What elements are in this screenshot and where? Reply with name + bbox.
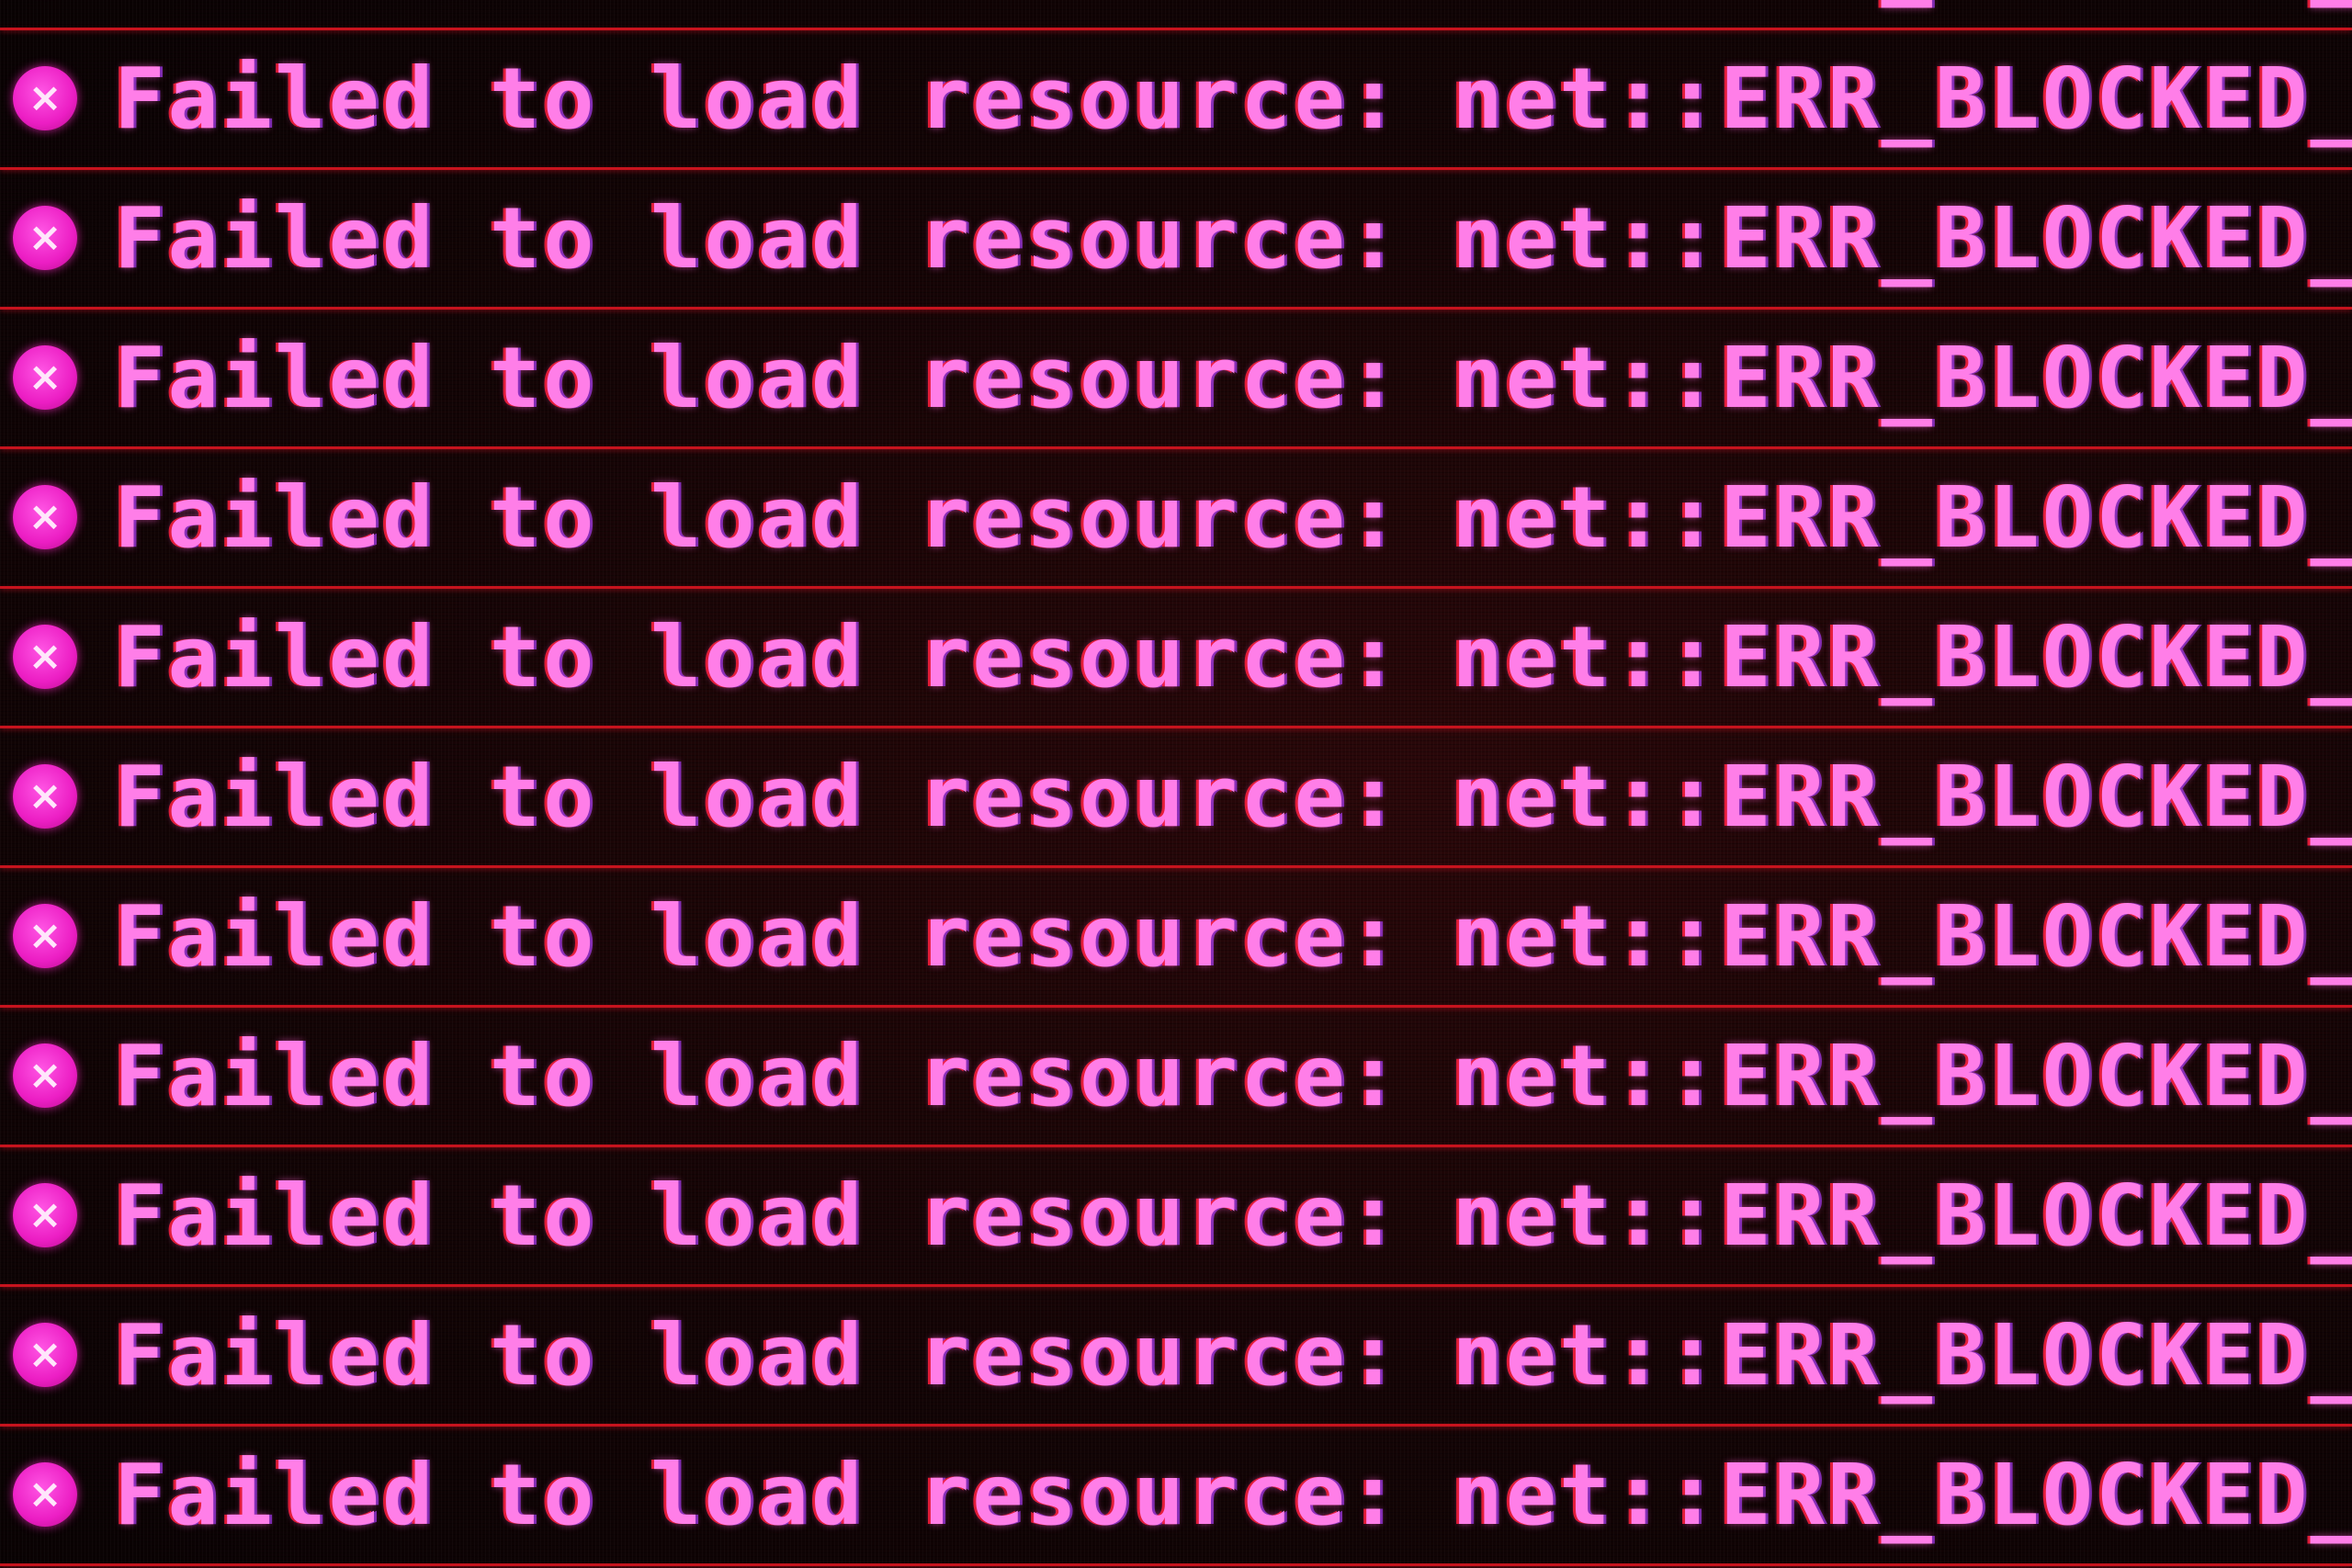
error-icon-glyph: ×: [28, 74, 62, 121]
error-message-text: Failed to load resource:: [114, 468, 1402, 567]
error-icon-glyph: ×: [28, 1052, 62, 1099]
error-message-text: Failed to load resource:: [114, 886, 1402, 986]
error-code-text: net::ERR_BLOCKED_BY_ADBLOCKER: [1452, 886, 2352, 986]
error-icon-glyph: ×: [28, 1191, 62, 1238]
error-message-text: Failed to load resource:: [114, 49, 1402, 148]
console-error-row[interactable]: × Failed to load resource: net::ERR_BLOCK…: [0, 309, 2352, 449]
error-message-text: Failed to load resource:: [114, 328, 1402, 427]
error-circle-x-icon: ×: [13, 764, 77, 829]
error-icon-glyph: ×: [28, 1331, 62, 1378]
error-code-text: net::ERR_BLOCKED_BY_ADBLOCKER: [1452, 1305, 2352, 1404]
error-code-text: net::ERR_BLOCKED_BY_ADBLOCKER: [1452, 468, 2352, 567]
error-code-text: net::ERR_BLOCKED_BY_ADBLOCKER: [1452, 49, 2352, 148]
error-code-text: net::ERR_BLOCKED_BY_ADBLOCKER: [1452, 0, 2352, 8]
error-message-text: Failed to load resource:: [114, 1445, 1402, 1544]
console-error-message: Failed to load resource: net::ERR_BLOCKED…: [114, 608, 2352, 706]
error-circle-x-icon: ×: [13, 1043, 77, 1108]
error-circle-x-icon: ×: [13, 485, 77, 549]
error-message-text: Failed to load resource:: [114, 1026, 1402, 1125]
console-error-row[interactable]: × Failed to load resource: net::ERR_BLOCK…: [0, 588, 2352, 728]
console-error-message: Failed to load resource: net::ERR_BLOCKED…: [114, 748, 2352, 846]
console-error-message: Failed to load resource: net::ERR_BLOCKED…: [114, 1446, 2352, 1544]
console-error-row[interactable]: × Failed to load resource: net::ERR_BLOCK…: [0, 1007, 2352, 1147]
error-code-text: net::ERR_BLOCKED_BY_ADBLOCKER: [1452, 188, 2352, 288]
console-error-message: Failed to load resource: net::ERR_BLOCKED…: [114, 50, 2352, 148]
error-circle-x-icon: ×: [13, 1183, 77, 1247]
error-code-text: net::ERR_BLOCKED_BY_ADBLOCKER: [1452, 1026, 2352, 1125]
error-circle-x-icon: ×: [13, 1462, 77, 1527]
console-error-message: Failed to load resource: net::ERR_BLOCKED…: [114, 189, 2352, 288]
console-error-row[interactable]: × Failed to load resource: net::ERR_BLOCK…: [0, 1146, 2352, 1287]
console-error-row[interactable]: × Failed to load resource: net::ERR_BLOCK…: [0, 1426, 2352, 1566]
console-error-row[interactable]: × Failed to load resource: net::ERR_BLOCK…: [0, 728, 2352, 868]
error-code-text: net::ERR_BLOCKED_BY_ADBLOCKER: [1452, 328, 2352, 427]
error-message-text: Failed to load resource:: [114, 0, 1401, 8]
error-message-text: Failed to load resource:: [114, 607, 1402, 706]
error-message-text: Failed to load resource:: [114, 188, 1402, 288]
error-message-text: Failed to load resource:: [114, 1166, 1402, 1265]
console-error-message: Failed to load resource: net::ERR_BLOCKED…: [114, 0, 2352, 8]
console-error-row[interactable]: × Failed to load resource: net::ERR_BLOCK…: [0, 448, 2352, 589]
console-error-message: Failed to load resource: net::ERR_BLOCKED…: [114, 1027, 2352, 1125]
error-circle-x-icon: ×: [13, 206, 77, 270]
error-message-text: Failed to load resource:: [114, 747, 1402, 846]
console-error-message: Failed to load resource: net::ERR_BLOCKED…: [114, 1167, 2352, 1265]
devtools-console-screen: × Failed to load resource:net::ERR_BLOCK…: [0, 0, 2352, 1568]
error-circle-x-icon: ×: [13, 66, 77, 130]
console-error-row[interactable]: × Failed to load resource: net::ERR_BLOCK…: [0, 1286, 2352, 1427]
error-icon-glyph: ×: [28, 633, 62, 680]
console-log: × Failed to load resource:net::ERR_BLOCK…: [0, 0, 2352, 1568]
error-code-text: net::ERR_BLOCKED_BY_ADBLOCKER: [1452, 747, 2352, 846]
error-circle-x-icon: ×: [13, 904, 77, 968]
console-error-message: Failed to load resource: net::ERR_BLOCKED…: [114, 887, 2352, 986]
console-error-message: Failed to load resource: net::ERR_BLOCKED…: [114, 1306, 2352, 1404]
error-code-text: net::ERR_BLOCKED_BY_ADBLOCKER: [1452, 1166, 2352, 1265]
error-code-text: net::ERR_BLOCKED_BY_ADBLOCKER: [1452, 607, 2352, 706]
error-icon-glyph: ×: [28, 773, 62, 819]
error-message-text: Failed to load resource:: [114, 1305, 1402, 1404]
error-circle-x-icon: ×: [13, 1323, 77, 1387]
console-error-row[interactable]: × Failed to load resource:net::ERR_BLOCK…: [0, 0, 2352, 30]
error-icon-glyph: ×: [28, 493, 62, 540]
error-icon-glyph: ×: [28, 354, 62, 400]
console-error-message: Failed to load resource: net::ERR_BLOCKED…: [114, 468, 2352, 567]
console-error-row[interactable]: × Failed to load resource: net::ERR_BLOCK…: [0, 867, 2352, 1008]
error-icon-glyph: ×: [28, 912, 62, 959]
error-icon-glyph: ×: [28, 214, 62, 261]
error-circle-x-icon: ×: [13, 625, 77, 689]
error-code-text: net::ERR_BLOCKED_BY_ADBLOCKER: [1452, 1445, 2352, 1544]
error-circle-x-icon: ×: [13, 345, 77, 410]
console-error-message: Failed to load resource: net::ERR_BLOCKED…: [114, 329, 2352, 427]
error-icon-glyph: ×: [28, 1471, 62, 1517]
console-error-row[interactable]: × Failed to load resource: net::ERR_BLOCK…: [0, 169, 2352, 310]
console-error-row[interactable]: × Failed to load resource: net::ERR_BLOCK…: [0, 29, 2352, 170]
